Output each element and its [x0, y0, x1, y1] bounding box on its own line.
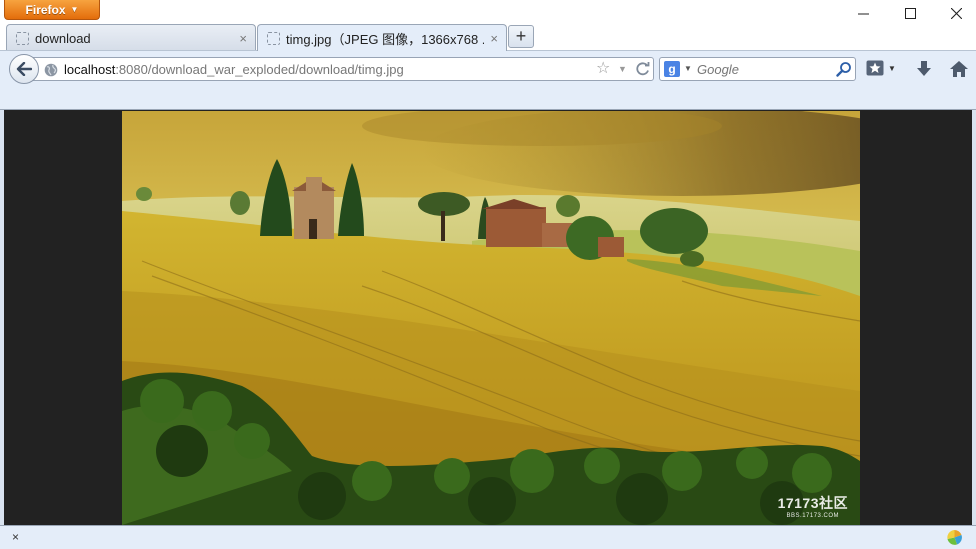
tab-close-icon[interactable]: ×	[239, 31, 247, 46]
tab-label: download	[35, 30, 91, 46]
navigation-toolbar: localhost:8080/download_war_exploded/dow…	[0, 50, 976, 86]
tab-label: timg.jpg（JPEG 图像，1366x768 ...	[286, 31, 485, 47]
bookmark-star-icon[interactable]: ☆	[596, 61, 610, 77]
new-tab-button[interactable]: +	[508, 25, 534, 48]
page-favicon-icon	[267, 31, 280, 45]
image-viewer: 17173社区 BBS.17173.COM	[4, 110, 972, 525]
addon-bar: ×	[0, 525, 976, 549]
content-border-right	[972, 110, 976, 525]
close-addon-bar-icon[interactable]: ×	[12, 530, 19, 544]
url-text[interactable]: localhost:8080/download_war_exploded/dow…	[64, 62, 404, 77]
search-bar[interactable]: g ▼ Google	[659, 57, 856, 81]
google-engine-icon[interactable]: g	[664, 61, 680, 77]
history-dropdown-icon[interactable]: ▼	[618, 64, 627, 74]
url-path: :8080/download_war_exploded/download/tim…	[115, 62, 404, 77]
maximize-icon	[904, 7, 916, 19]
landscape-photo-drawing	[122, 111, 860, 525]
download-arrow-icon[interactable]	[914, 59, 934, 79]
search-engine-dropdown-icon[interactable]: ▼	[684, 64, 692, 73]
bookmarks-star-box-icon	[866, 60, 884, 76]
watermark-sub: BBS.17173.COM	[786, 513, 840, 519]
url-host: localhost	[64, 62, 116, 77]
watermark-main: 17173社区	[777, 495, 848, 511]
chevron-down-icon: ▼	[70, 5, 79, 14]
bookmarks-toolbar	[0, 86, 976, 110]
bookmarks-menu-button[interactable]: ▼	[866, 60, 896, 76]
reload-icon[interactable]	[635, 61, 651, 77]
globe-icon	[44, 63, 58, 77]
page-favicon-icon	[16, 31, 29, 45]
back-button[interactable]	[9, 54, 39, 84]
landscape-photo[interactable]: 17173社区 BBS.17173.COM	[122, 111, 860, 525]
tab-close-icon[interactable]: ×	[490, 31, 498, 46]
firefox-menu-button[interactable]: Firefox ▼	[4, 0, 100, 20]
back-arrow-icon	[16, 62, 32, 76]
close-icon	[950, 7, 962, 19]
tab-strip: download × timg.jpg（JPEG 图像，1366x768 ...…	[0, 22, 976, 51]
chevron-down-icon: ▼	[888, 63, 896, 73]
firefox-menu-label: Firefox	[25, 2, 66, 17]
home-icon[interactable]	[948, 59, 970, 79]
minimize-icon	[857, 13, 869, 14]
addon-extension-icon[interactable]	[946, 529, 963, 546]
tab-download[interactable]: download ×	[6, 24, 256, 51]
search-input[interactable]: Google	[697, 62, 739, 77]
tab-timg-jpg[interactable]: timg.jpg（JPEG 图像，1366x768 ... ×	[257, 24, 507, 51]
url-bar[interactable]: localhost:8080/download_war_exploded/dow…	[30, 57, 654, 81]
search-icon[interactable]	[836, 61, 852, 77]
watermark: 17173社区 BBS.17173.COM	[778, 493, 848, 519]
